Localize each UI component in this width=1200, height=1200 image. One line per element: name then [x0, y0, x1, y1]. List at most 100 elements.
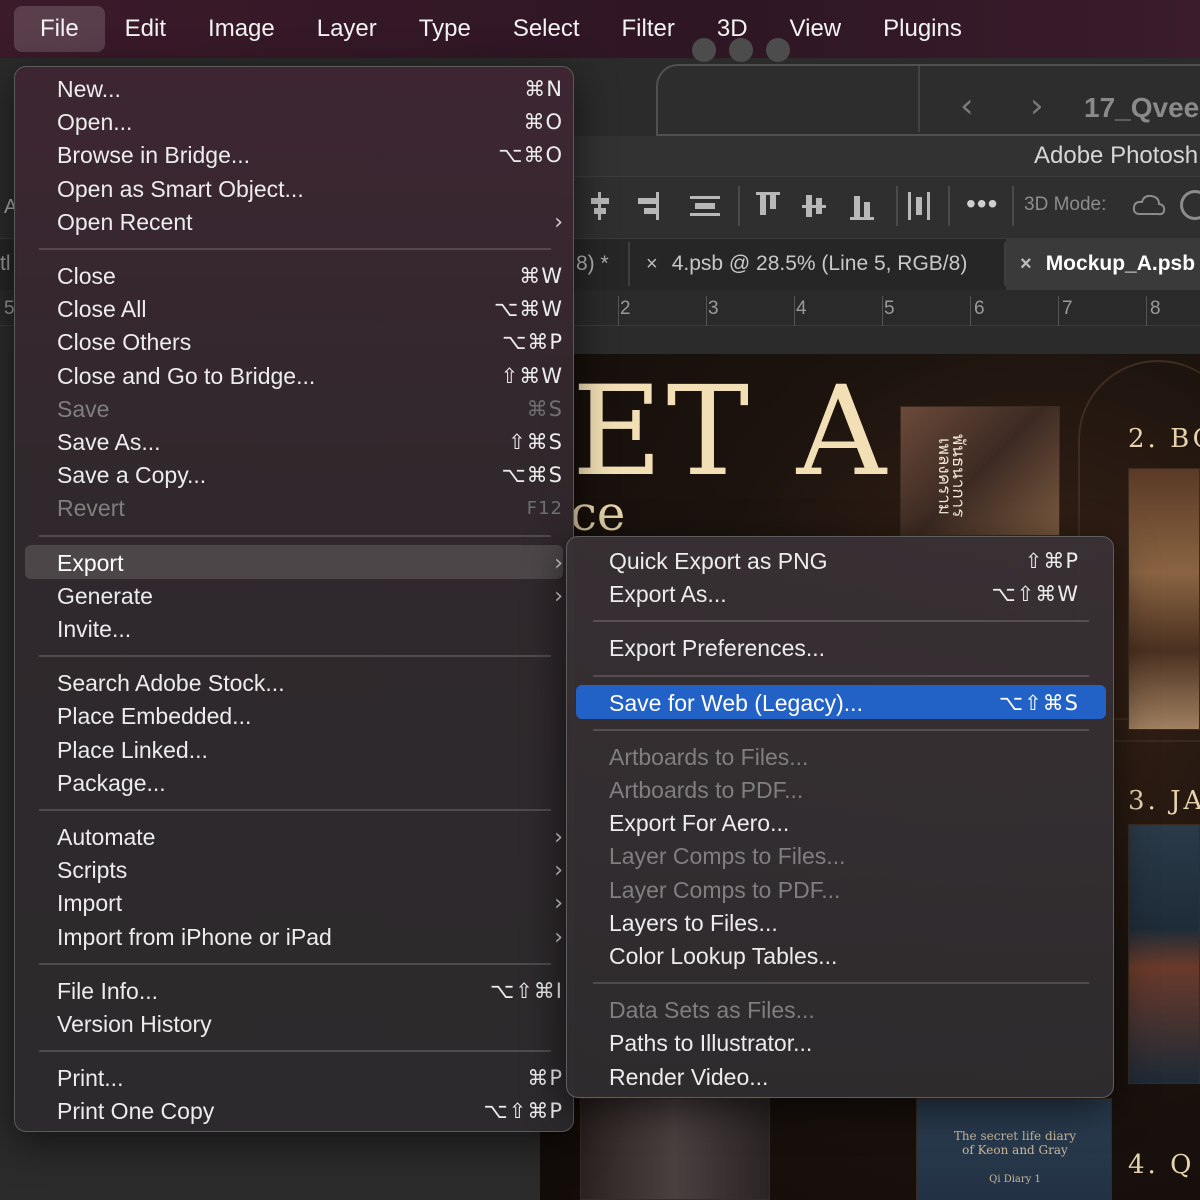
close-window-button[interactable]	[692, 38, 716, 62]
file-menu: New... ⌘N Open... ⌘O Browse in Bridge... ⌥⌘O O…	[14, 66, 574, 1132]
menubar-item-plugins[interactable]: Plugins	[863, 6, 982, 52]
menu-item-shortcut: ⌘O	[523, 110, 563, 135]
menu-item-browse-in-bridge[interactable]: Browse in Bridge... ⌥⌘O	[57, 139, 563, 172]
menu-item-export-for-aero[interactable]: Export For Aero...	[609, 807, 1079, 840]
align-horizontal-centers-icon[interactable]	[588, 192, 612, 220]
menubar-item-layer[interactable]: Layer	[297, 6, 397, 52]
menu-item-new[interactable]: New... ⌘N	[57, 73, 563, 106]
menu-separator	[39, 534, 551, 537]
close-tab-icon[interactable]: ×	[1020, 253, 1032, 276]
tab-document-4psb[interactable]: × 4.psb @ 28.5% (Line 5, RGB/8)	[646, 238, 967, 290]
menu-item-paths-to-illustrator[interactable]: Paths to Illustrator...	[609, 1027, 1079, 1060]
menubar-item-select[interactable]: Select	[493, 6, 600, 52]
ruler-tick	[1058, 296, 1059, 326]
ruler-tick-label: 7	[1062, 298, 1073, 319]
menu-item-scripts[interactable]: Scripts ›	[57, 854, 563, 887]
chrome-divider	[918, 66, 920, 132]
menu-item-close-others[interactable]: Close Others ⌥⌘P	[57, 326, 563, 359]
menu-item-label: Generate	[57, 582, 153, 609]
menubar-item-edit[interactable]: Edit	[105, 6, 186, 52]
menubar-item-filter[interactable]: Filter	[602, 6, 695, 52]
menu-item-save-for-web[interactable]: Save for Web (Legacy)... ⌥⇧⌘S	[609, 687, 1079, 720]
menu-item-export-as[interactable]: Export As... ⌥⇧⌘W	[609, 578, 1079, 611]
menu-item-layers-to-files[interactable]: Layers to Files...	[609, 907, 1079, 940]
menu-item-export-preferences[interactable]: Export Preferences...	[609, 632, 1079, 665]
menu-item-label: File Info...	[57, 977, 158, 1004]
menu-item-file-info[interactable]: File Info... ⌥⇧⌘I	[57, 975, 563, 1008]
menu-item-place-linked[interactable]: Place Linked...	[57, 734, 563, 767]
back-arrow-icon[interactable]: ‹	[960, 86, 974, 126]
menu-item-shortcut: ⇧⌘S	[508, 430, 563, 454]
menubar: File Edit Image Layer Type Select Filter…	[0, 0, 1200, 58]
app-title: Adobe Photosh	[1034, 142, 1199, 169]
menu-item-open-recent[interactable]: Open Recent ›	[57, 206, 563, 239]
menu-item-import-from-iphone-or-ipad[interactable]: Import from iPhone or iPad ›	[57, 921, 563, 954]
menu-item-open-as-smart-object[interactable]: Open as Smart Object...	[57, 173, 563, 206]
menu-item-label: Search Adobe Stock...	[57, 670, 285, 697]
menubar-item-file[interactable]: File	[14, 6, 105, 52]
ruler-tick-label: 3	[708, 298, 719, 319]
ruler-tick-label: 5	[884, 298, 895, 319]
menu-item-close-and-go-to-bridge[interactable]: Close and Go to Bridge... ⇧⌘W	[57, 360, 563, 393]
menu-item-label: Export For Aero...	[609, 810, 790, 837]
menu-item-label: Print One Copy	[57, 1098, 215, 1125]
menubar-item-type[interactable]: Type	[399, 6, 491, 52]
menu-item-print-one-copy[interactable]: Print One Copy ⌥⇧⌘P	[57, 1095, 563, 1128]
menu-item-shortcut: ⇧⌘P	[1024, 549, 1079, 573]
menu-item-label: Import	[57, 890, 123, 917]
menu-item-layer-comps-to-pdf: Layer Comps to PDF...	[609, 874, 1079, 907]
align-right-edges-icon[interactable]	[636, 192, 660, 220]
options-divider	[896, 186, 898, 226]
ruler-tick	[882, 296, 883, 326]
menu-item-label: Print...	[57, 1065, 124, 1092]
align-top-edges-icon[interactable]	[756, 192, 780, 220]
menu-item-package[interactable]: Package...	[57, 767, 563, 800]
tab-document-mockup[interactable]: × Mockup_A.psb	[1006, 238, 1200, 290]
menu-item-label: Scripts	[57, 857, 128, 884]
zoom-window-button[interactable]	[766, 38, 790, 62]
orbit-3d-icon[interactable]	[1132, 192, 1166, 218]
menu-item-render-video[interactable]: Render Video...	[609, 1061, 1079, 1094]
forward-arrow-icon[interactable]: ›	[1030, 86, 1044, 126]
canvas-subtitle-text: ce	[570, 486, 626, 542]
chevron-right-icon: ›	[554, 891, 563, 917]
canvas-label-3: 3. JAC	[1128, 786, 1200, 816]
menu-item-shortcut: F12	[526, 498, 563, 520]
align-bottom-edges-icon[interactable]	[850, 192, 874, 220]
menu-item-shortcut: ⌘S	[526, 396, 563, 421]
menu-item-save-as[interactable]: Save As... ⇧⌘S	[57, 426, 563, 459]
tab-document-prev[interactable]: 8) *	[576, 238, 609, 290]
menu-item-label: Layer Comps to Files...	[609, 843, 846, 870]
menu-item-save-a-copy[interactable]: Save a Copy... ⌥⌘S	[57, 459, 563, 492]
menu-item-quick-export-as-png[interactable]: Quick Export as PNG ⇧⌘P	[609, 545, 1079, 578]
menu-item-open[interactable]: Open... ⌘O	[57, 106, 563, 139]
more-options-icon[interactable]: •••	[966, 188, 998, 220]
menu-item-label: Open Recent	[57, 208, 193, 235]
distribute-vertical-icon[interactable]	[906, 192, 930, 220]
menu-item-invite[interactable]: Invite...	[57, 613, 563, 646]
tab-label: 8) *	[576, 252, 609, 275]
menu-item-generate[interactable]: Generate ›	[57, 580, 563, 613]
menu-item-print[interactable]: Print... ⌘P	[57, 1062, 563, 1095]
menubar-item-image[interactable]: Image	[188, 6, 295, 52]
menu-item-close-all[interactable]: Close All ⌥⌘W	[57, 293, 563, 326]
ruler-tick	[970, 296, 971, 326]
menu-item-export[interactable]: Export ›	[57, 547, 563, 580]
menu-item-color-lookup-tables[interactable]: Color Lookup Tables...	[609, 940, 1079, 973]
menu-item-save: Save ⌘S	[57, 393, 563, 426]
menu-item-place-embedded[interactable]: Place Embedded...	[57, 700, 563, 733]
menu-item-label: Data Sets as Files...	[609, 997, 815, 1024]
menu-item-search-adobe-stock[interactable]: Search Adobe Stock...	[57, 667, 563, 700]
menu-item-artboards-to-files: Artboards to Files...	[609, 741, 1079, 774]
tab-fragment-left[interactable]: tl	[0, 238, 11, 290]
distribute-icon[interactable]	[690, 192, 720, 220]
menu-item-version-history[interactable]: Version History	[57, 1008, 563, 1041]
minimize-window-button[interactable]	[729, 38, 753, 62]
ruler-tick-label: 6	[974, 298, 985, 319]
menu-item-close[interactable]: Close ⌘W	[57, 260, 563, 293]
menu-item-automate[interactable]: Automate ›	[57, 821, 563, 854]
align-vertical-centers-icon[interactable]	[802, 192, 826, 220]
menu-item-shortcut: ⌘N	[524, 77, 563, 101]
close-tab-icon[interactable]: ×	[646, 253, 658, 276]
menu-item-import[interactable]: Import ›	[57, 887, 563, 920]
